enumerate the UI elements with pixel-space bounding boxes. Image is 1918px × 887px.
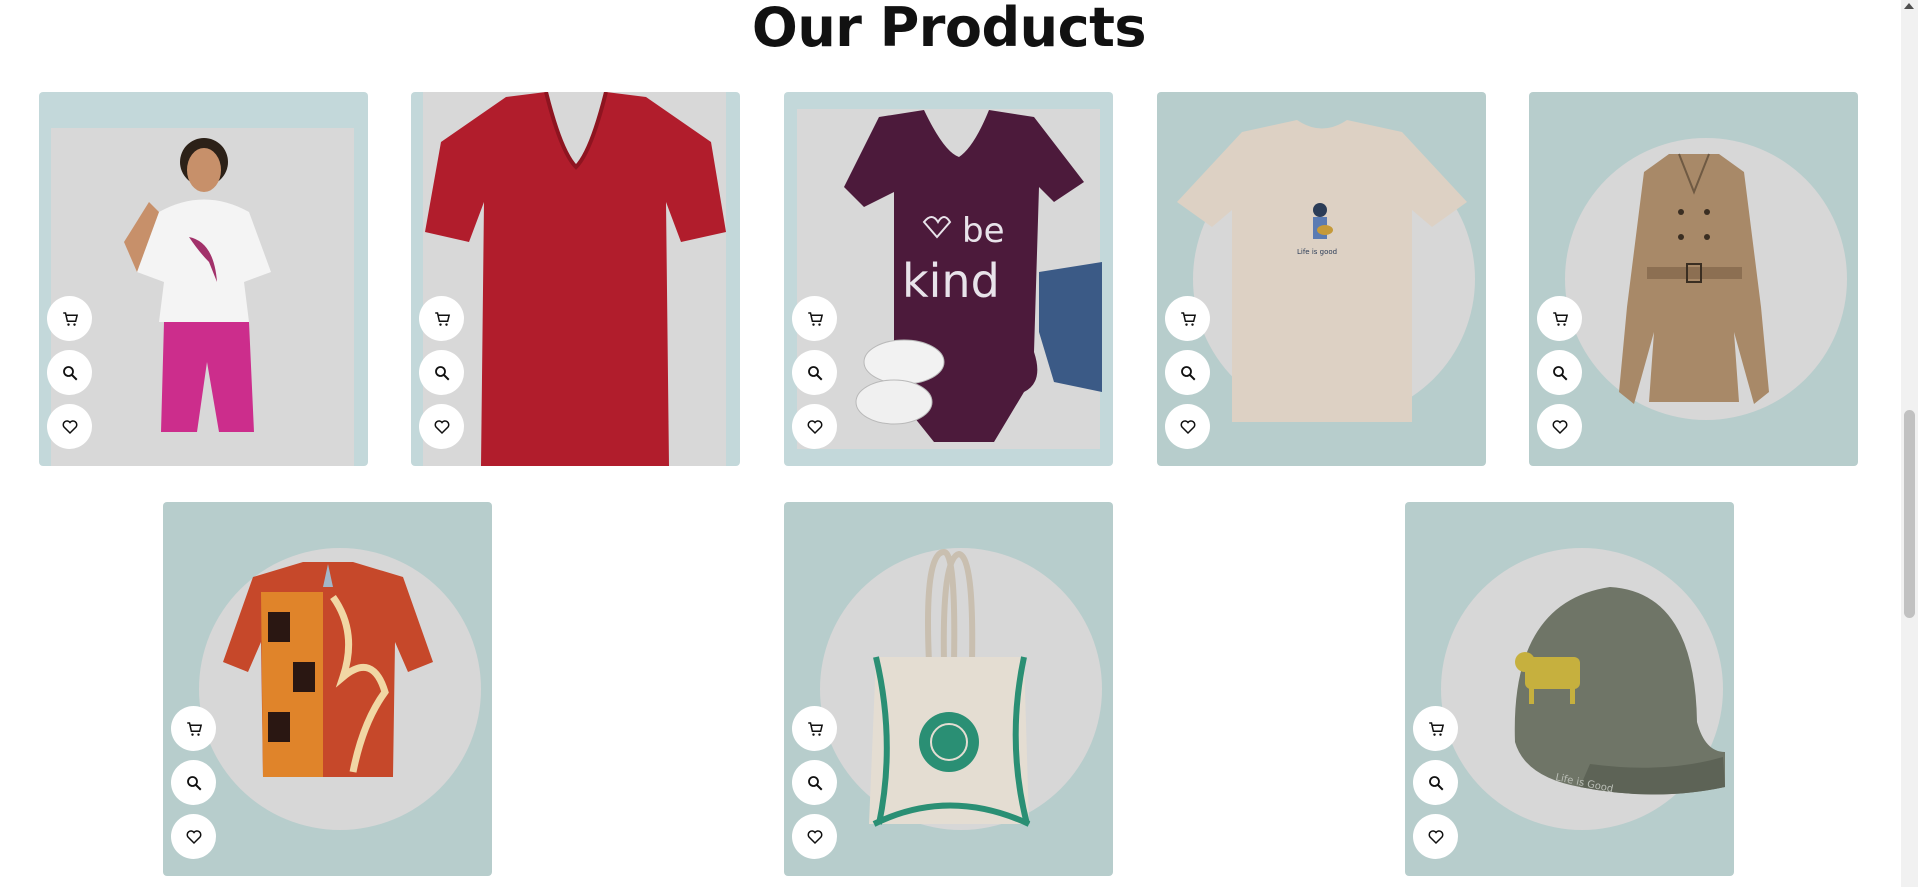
heart-icon	[434, 419, 449, 434]
cart-icon	[807, 311, 823, 326]
quick-view-button[interactable]	[1537, 350, 1582, 395]
heart-icon	[186, 829, 201, 844]
quick-view-button[interactable]	[419, 350, 464, 395]
search-icon	[1428, 775, 1443, 790]
section-title: Our Products	[751, 0, 1147, 59]
heart-icon	[1428, 829, 1443, 844]
product-card[interactable]	[39, 92, 368, 466]
cart-icon	[1552, 311, 1568, 326]
add-to-cart-button[interactable]	[1537, 296, 1582, 341]
product-card[interactable]: be kind	[784, 92, 1113, 466]
cart-icon	[186, 721, 202, 736]
heart-icon	[62, 419, 77, 434]
heart-icon	[807, 829, 822, 844]
svg-text:be: be	[962, 211, 1005, 251]
wishlist-button[interactable]	[792, 404, 837, 449]
heart-icon	[1180, 419, 1195, 434]
search-icon	[807, 775, 822, 790]
add-to-cart-button[interactable]	[171, 706, 216, 751]
add-to-cart-button[interactable]	[792, 296, 837, 341]
product-card[interactable]	[784, 502, 1113, 876]
page-scrollbar[interactable]	[1901, 0, 1918, 887]
scrollbar-thumb[interactable]	[1904, 410, 1915, 618]
wishlist-button[interactable]	[419, 404, 464, 449]
search-icon	[434, 365, 449, 380]
wishlist-button[interactable]	[1165, 404, 1210, 449]
wishlist-button[interactable]	[1413, 814, 1458, 859]
add-to-cart-button[interactable]	[1413, 706, 1458, 751]
quick-view-button[interactable]	[47, 350, 92, 395]
search-icon	[1180, 365, 1195, 380]
scroll-up-arrow-icon[interactable]	[1904, 3, 1914, 9]
product-card[interactable]	[163, 502, 492, 876]
product-card[interactable]	[411, 92, 740, 466]
cart-icon	[807, 721, 823, 736]
quick-view-button[interactable]	[792, 760, 837, 805]
add-to-cart-button[interactable]	[419, 296, 464, 341]
wishlist-button[interactable]	[792, 814, 837, 859]
svg-text:Life is good: Life is good	[1297, 248, 1337, 256]
cart-icon	[434, 311, 450, 326]
heart-icon	[807, 419, 822, 434]
quick-view-button[interactable]	[171, 760, 216, 805]
cart-icon	[1428, 721, 1444, 736]
add-to-cart-button[interactable]	[1165, 296, 1210, 341]
cart-icon	[1180, 311, 1196, 326]
wishlist-button[interactable]	[171, 814, 216, 859]
search-icon	[807, 365, 822, 380]
quick-view-button[interactable]	[792, 350, 837, 395]
add-to-cart-button[interactable]	[792, 706, 837, 751]
add-to-cart-button[interactable]	[47, 296, 92, 341]
search-icon	[1552, 365, 1567, 380]
quick-view-button[interactable]	[1413, 760, 1458, 805]
heart-icon	[1552, 419, 1567, 434]
wishlist-button[interactable]	[47, 404, 92, 449]
product-card[interactable]: Life is good	[1157, 92, 1486, 466]
product-card[interactable]	[1529, 92, 1858, 466]
search-icon	[186, 775, 201, 790]
wishlist-button[interactable]	[1537, 404, 1582, 449]
product-card[interactable]: Life is Good	[1405, 502, 1734, 876]
quick-view-button[interactable]	[1165, 350, 1210, 395]
search-icon	[62, 365, 77, 380]
cart-icon	[62, 311, 78, 326]
svg-text:kind: kind	[902, 254, 1000, 308]
